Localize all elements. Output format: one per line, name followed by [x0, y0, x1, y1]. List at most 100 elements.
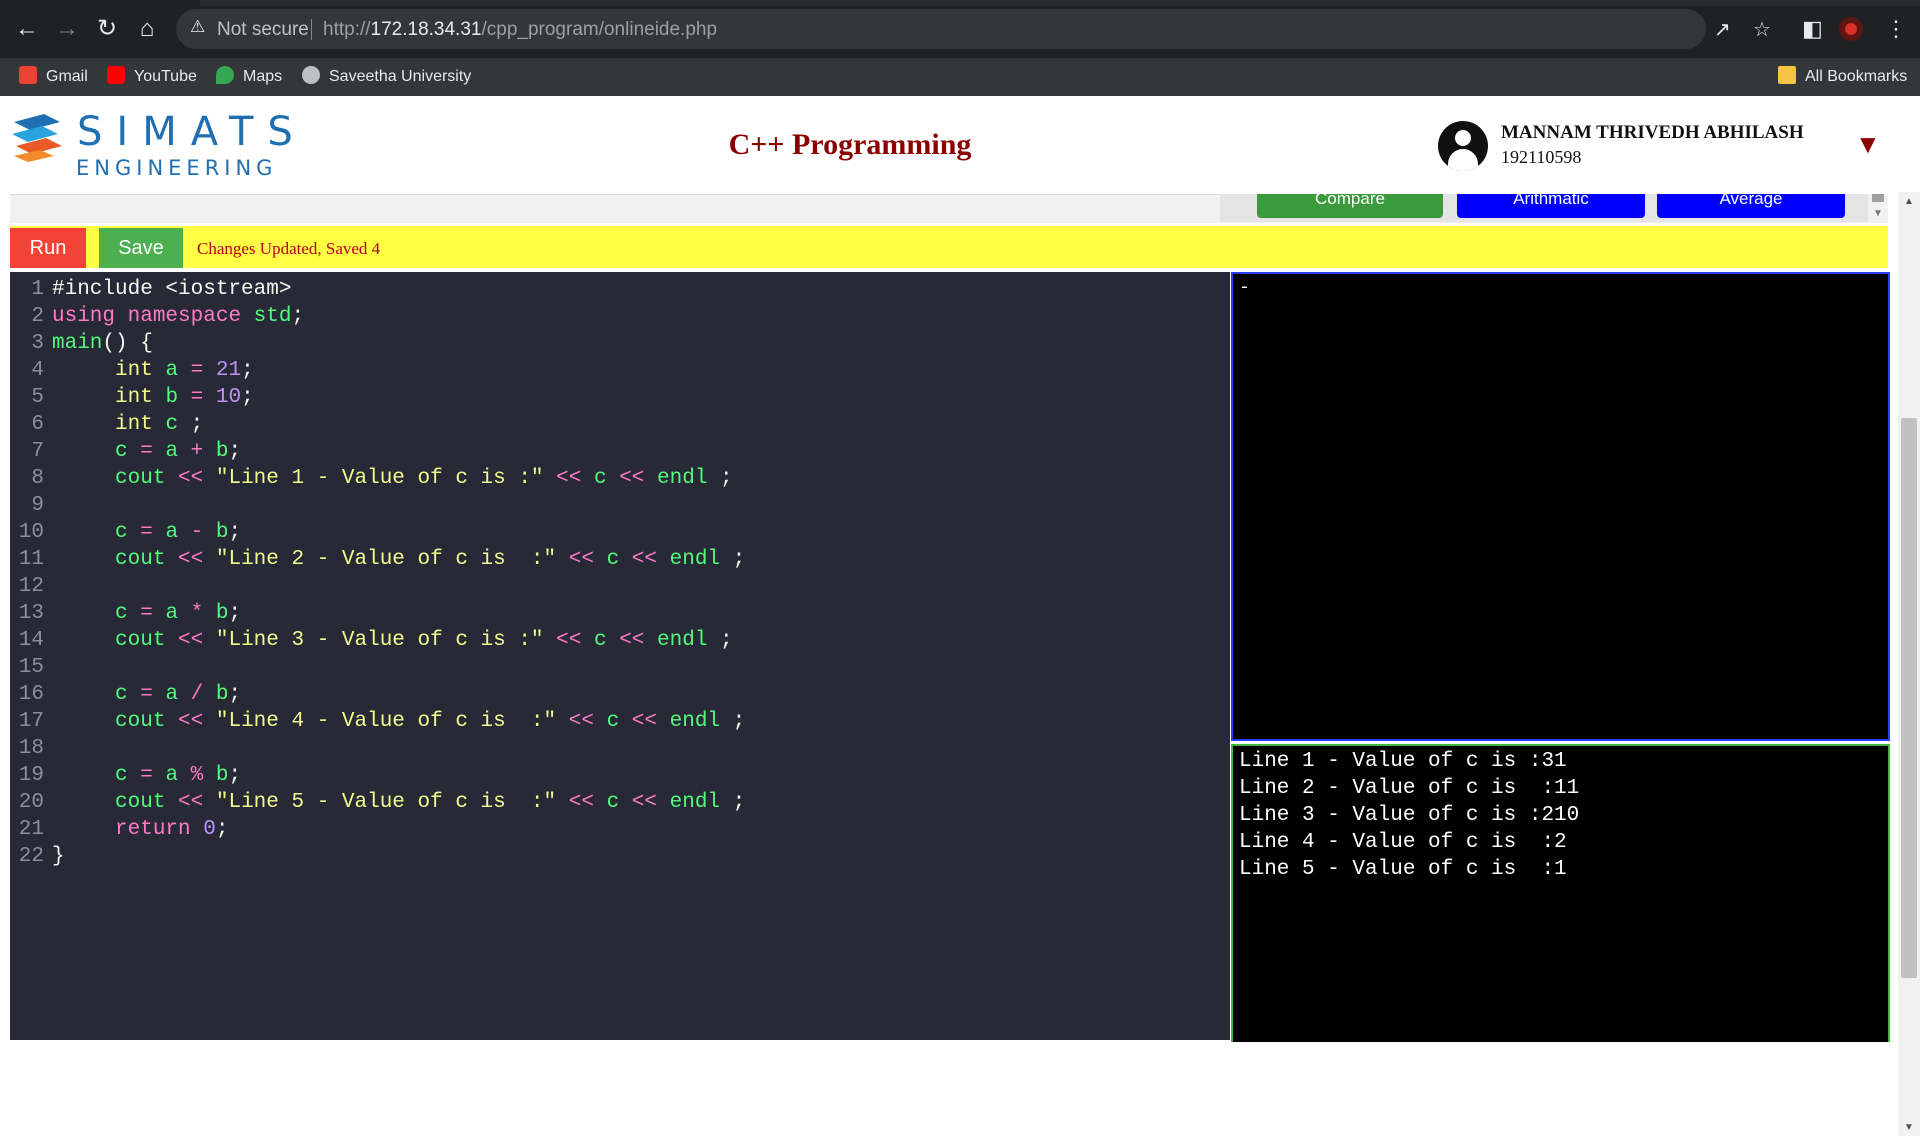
line-number: 20: [18, 791, 44, 814]
line-number: 8: [31, 467, 44, 490]
all-bookmarks-label: All Bookmarks: [1805, 68, 1908, 85]
line-number: 14: [18, 629, 44, 652]
bookmark-label: YouTube: [134, 68, 197, 85]
output-line: Line 3 - Value of c is :210: [1239, 804, 1580, 827]
strip-scrollbar[interactable]: ▼: [1868, 194, 1888, 222]
code-text[interactable]: c = a + b;: [52, 438, 241, 465]
maps-icon: [216, 66, 234, 84]
code-text[interactable]: int b = 10;: [52, 384, 254, 411]
share-icon[interactable]: ↗: [1714, 17, 1731, 42]
code-editor[interactable]: 1 #include <iostream> 2 using namespace std…: [10, 272, 1230, 1040]
code-text[interactable]: c = a - b;: [52, 519, 241, 546]
browser-toolbar: ← → ↻ ⌂ ⚠ Not secure http://172.18.34.31…: [0, 0, 1920, 58]
code-text[interactable]: cout << "Line 4 - Value of c is :" << c …: [52, 708, 745, 735]
bookmark-label: Maps: [243, 68, 283, 85]
code-text[interactable]: int c ;: [52, 411, 203, 438]
bookmark-youtube[interactable]: YouTube: [107, 58, 197, 96]
back-arrow-icon[interactable]: ←: [12, 14, 42, 44]
line-number: 2: [31, 305, 44, 328]
code-text[interactable]: int a = 21;: [52, 357, 254, 384]
compare-button[interactable]: Compare: [1257, 194, 1443, 218]
code-text[interactable]: cout << "Line 1 - Value of c is :" << c …: [52, 465, 733, 492]
average-button[interactable]: Average: [1657, 194, 1845, 218]
user-avatar-icon[interactable]: [1438, 121, 1488, 171]
input-console-text: -: [1239, 278, 1250, 298]
output-console: Line 1 - Value of c is :31 Line 2 - Value…: [1231, 744, 1890, 1042]
forward-arrow-icon[interactable]: →: [52, 14, 82, 44]
youtube-icon: [107, 66, 125, 84]
code-text[interactable]: c = a * b;: [52, 600, 241, 627]
home-icon[interactable]: ⌂: [132, 14, 162, 44]
output-line: Line 2 - Value of c is :11: [1239, 777, 1580, 800]
reload-icon[interactable]: ↻: [92, 14, 122, 44]
code-text[interactable]: cout << "Line 5 - Value of c is :" << c …: [52, 789, 745, 816]
all-bookmarks[interactable]: All Bookmarks: [1778, 58, 1907, 96]
input-console[interactable]: -: [1231, 272, 1890, 741]
line-number: 3: [31, 332, 44, 355]
url-host: 172.18.34.31: [370, 19, 482, 40]
output-line: Line 5 - Value of c is :1: [1239, 858, 1567, 881]
line-number: 16: [18, 683, 44, 706]
url-prefix: http://: [323, 19, 371, 40]
bookmark-label: Saveetha University: [329, 68, 472, 85]
line-number: 22: [18, 845, 44, 868]
line-number: 1: [31, 278, 44, 301]
run-button[interactable]: Run: [10, 228, 86, 268]
page-scrollbar[interactable]: ▲ ▼: [1898, 192, 1920, 1136]
page-scroll-thumb[interactable]: [1901, 418, 1917, 978]
bookmark-saveetha[interactable]: Saveetha University: [302, 58, 471, 96]
globe-icon: [302, 66, 320, 84]
code-text[interactable]: c = a % b;: [52, 762, 241, 789]
code-text[interactable]: using namespace std;: [52, 303, 304, 330]
line-number: 13: [18, 602, 44, 625]
address-bar[interactable]: ⚠ Not secure http://172.18.34.31/cpp_pro…: [176, 9, 1771, 49]
scroll-down-arrow-icon[interactable]: ▼: [1873, 208, 1883, 219]
save-button[interactable]: Save: [99, 228, 183, 268]
gmail-icon: [19, 66, 37, 84]
scroll-up-arrow-icon[interactable]: ▲: [1904, 196, 1914, 207]
bookmark-gmail[interactable]: Gmail: [19, 58, 88, 96]
output-line: Line 4 - Value of c is :2: [1239, 831, 1567, 854]
line-number: 11: [18, 548, 44, 571]
user-name: MANNAM THRIVEDH ABHILASH: [1501, 122, 1804, 143]
arithmatic-button[interactable]: Arithmatic: [1457, 194, 1645, 218]
line-number: 10: [18, 521, 44, 544]
menu-dots-icon[interactable]: ⋮: [1885, 14, 1907, 44]
code-text[interactable]: #include <iostream>: [52, 276, 291, 303]
bookmark-label: Gmail: [46, 68, 88, 85]
user-id: 192110598: [1501, 147, 1582, 167]
bookmarks-bar: Gmail YouTube Maps Saveetha University A…: [0, 58, 1920, 96]
code-text[interactable]: c = a / b;: [52, 681, 241, 708]
code-text[interactable]: cout << "Line 3 - Value of c is :" << c …: [52, 627, 733, 654]
line-number: 18: [18, 737, 44, 760]
code-text[interactable]: main() {: [52, 330, 153, 357]
save-status: Changes Updated, Saved 4: [197, 239, 381, 258]
url-text[interactable]: http://172.18.34.31/cpp_program/onlineid…: [323, 19, 717, 41]
line-number: 4: [31, 359, 44, 382]
line-number: 21: [18, 818, 44, 841]
bookmark-maps[interactable]: Maps: [216, 58, 282, 96]
line-number: 6: [31, 413, 44, 436]
line-number: 17: [18, 710, 44, 733]
profile-avatar-icon[interactable]: [1839, 17, 1863, 41]
folder-icon: [1778, 66, 1796, 84]
line-number: 5: [31, 386, 44, 409]
bookmark-star-icon[interactable]: ☆: [1753, 17, 1771, 42]
page: SIMATS ENGINEERING C++ Programming MANNA…: [0, 96, 1920, 1136]
code-text[interactable]: }: [52, 843, 65, 870]
scroll-thumb[interactable]: [1872, 194, 1884, 202]
side-panel-icon[interactable]: ◧: [1802, 14, 1823, 44]
line-number: 19: [18, 764, 44, 787]
url-path: /cpp_program/onlineide.php: [481, 19, 718, 40]
user-menu-caret-icon[interactable]: ▼: [1855, 129, 1881, 160]
code-text[interactable]: cout << "Line 2 - Value of c is :" << c …: [52, 546, 745, 573]
line-number: 15: [18, 656, 44, 679]
code-text[interactable]: return 0;: [52, 816, 228, 843]
line-number: 9: [31, 494, 44, 517]
scroll-down-arrow-icon[interactable]: ▼: [1904, 1122, 1914, 1133]
warning-icon: ⚠: [190, 17, 206, 36]
line-number: 12: [18, 575, 44, 598]
security-label: Not secure: [217, 19, 309, 40]
tab-strip: [200, 0, 1920, 6]
line-number: 7: [31, 440, 44, 463]
